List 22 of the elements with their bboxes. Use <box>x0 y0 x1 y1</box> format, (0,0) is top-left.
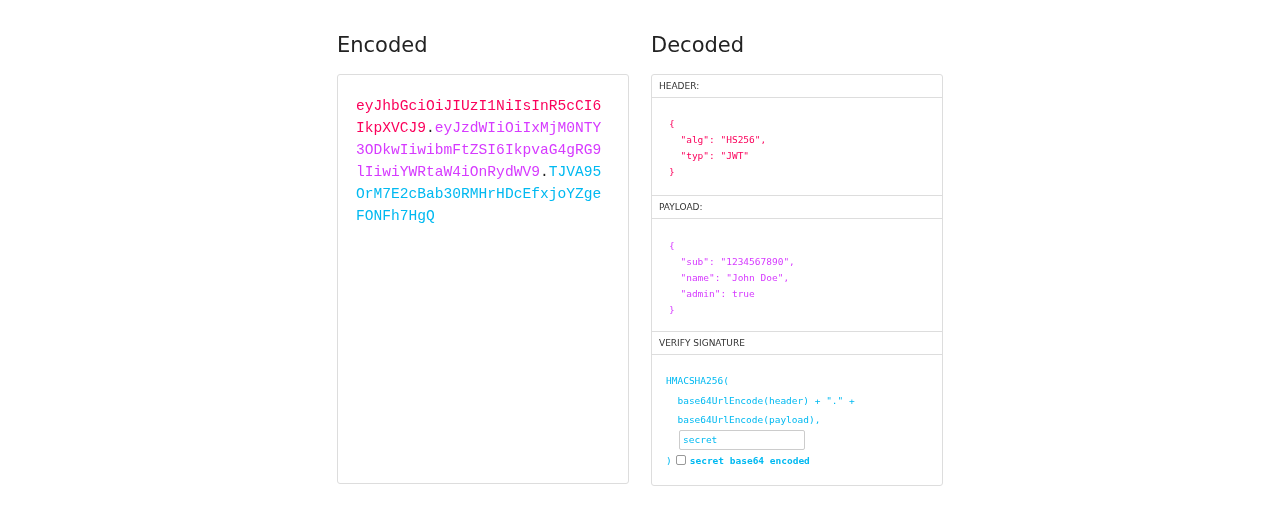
code-line: { <box>669 117 676 131</box>
code-line: } <box>669 303 676 317</box>
code-line: "admin": true <box>679 287 756 301</box>
section-label: VERIFY SIGNATURE <box>652 332 942 355</box>
code-line: ) <box>666 453 672 468</box>
code-line: "name": "John Doe", <box>679 271 791 285</box>
code-line: "typ": "JWT" <box>679 149 751 163</box>
code-line: base64UrlEncode(payload), <box>676 413 822 427</box>
code-line: "alg": "HS256", <box>679 133 768 147</box>
checkbox[interactable] <box>675 455 686 466</box>
code-line: base64UrlEncode(header) + "." + <box>676 393 856 408</box>
secret-field[interactable]: secret <box>679 429 805 450</box>
encoded-token: eyJhbGciOiJIUzI1NiIsInR5cCI6IkpXVCJ9.eyJzdWIiOiIxMjM0NTY3ODkwIiwibmFtZSI6IkpvaG4gRG9lIiwiYWRtaW4iOnRydWV9.TJVA95OrM7E2cBab30RMHrHDcEfxjoYZgeFONFh7HgQ <box>356 97 603 226</box>
section-label: HEADER: <box>652 75 942 98</box>
code-line: } <box>669 165 676 179</box>
section-label: PAYLOAD: <box>652 196 942 219</box>
code-line: HMACSHA256( <box>666 374 730 388</box>
checkbox-label[interactable]: secret base64 encoded <box>689 450 810 470</box>
column-title: Decoded <box>651 32 746 59</box>
code-line: { <box>669 239 676 253</box>
column-title: Encoded <box>337 32 429 59</box>
code-line: "sub": "1234567890", <box>679 255 796 269</box>
